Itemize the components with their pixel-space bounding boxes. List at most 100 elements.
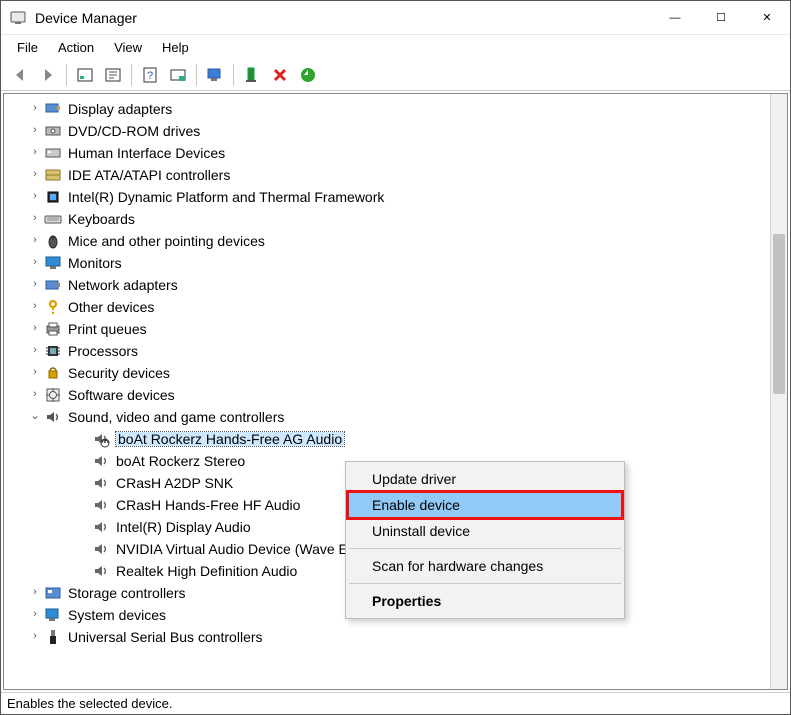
tree-device-label: boAt Rockerz Stereo <box>116 454 245 469</box>
mouse-icon <box>44 232 62 250</box>
tree-category-label: Sound, video and game controllers <box>68 410 284 425</box>
maximize-button[interactable]: ☐ <box>698 1 744 35</box>
processor-icon <box>44 342 62 360</box>
chevron-right-icon[interactable]: › <box>28 190 42 204</box>
display-adapter-icon <box>44 100 62 118</box>
chevron-right-icon[interactable]: › <box>28 366 42 380</box>
titlebar: Device Manager — ☐ ✕ <box>1 1 790 35</box>
ctx-properties-label: Properties <box>372 593 441 609</box>
tree-category[interactable]: › IDE ATA/ATAPI controllers <box>4 164 770 186</box>
chevron-right-icon[interactable]: › <box>28 146 42 160</box>
storage-controller-icon <box>44 584 62 602</box>
ctx-enable-device[interactable]: Enable device <box>348 492 622 518</box>
tree-category[interactable]: › Keyboards <box>4 208 770 230</box>
chevron-right-icon[interactable]: › <box>28 608 42 622</box>
tree-category-label: Print queues <box>68 322 147 337</box>
tree-category[interactable]: ›Human Interface Devices <box>4 142 770 164</box>
tree-category-label: Software devices <box>68 388 175 403</box>
toolbar-separator <box>131 64 132 86</box>
tree-category[interactable]: ›Monitors <box>4 252 770 274</box>
properties-button[interactable] <box>100 62 126 88</box>
chevron-right-icon[interactable]: › <box>28 278 42 292</box>
statusbar: Enables the selected device. <box>1 692 790 714</box>
context-menu: Update driver Enable device Uninstall de… <box>345 461 625 619</box>
tree-category[interactable]: › Universal Serial Bus controllers <box>4 626 770 648</box>
chevron-right-icon[interactable]: › <box>28 102 42 116</box>
tree-category[interactable]: ⌄ Sound, video and game controllers <box>4 406 770 428</box>
forward-button[interactable] <box>35 62 61 88</box>
ctx-uninstall-device[interactable]: Uninstall device <box>348 518 622 544</box>
tree-device-label: Realtek High Definition Audio <box>116 564 297 579</box>
chevron-right-icon[interactable]: › <box>28 322 42 336</box>
refresh-button[interactable] <box>295 62 321 88</box>
chevron-right-icon[interactable]: › <box>28 630 42 644</box>
minimize-button[interactable]: — <box>652 1 698 35</box>
chevron-right-icon[interactable]: › <box>28 586 42 600</box>
scan-hardware-button[interactable] <box>165 62 191 88</box>
tree-category[interactable]: ›Display adapters <box>4 98 770 120</box>
ctx-scan-hardware[interactable]: Scan for hardware changes <box>348 553 622 579</box>
back-button[interactable] <box>7 62 33 88</box>
chevron-right-icon[interactable]: › <box>28 234 42 248</box>
svg-text:?: ? <box>147 70 153 82</box>
speaker-icon <box>92 474 110 492</box>
system-device-icon <box>44 606 62 624</box>
enable-device-button[interactable] <box>239 62 265 88</box>
toolbar-separator <box>196 64 197 86</box>
scrollbar-thumb[interactable] <box>773 234 785 394</box>
tree-category[interactable]: ›Security devices <box>4 362 770 384</box>
window-title: Device Manager <box>35 10 652 26</box>
speaker-icon <box>92 452 110 470</box>
tree-category[interactable]: ›DVD/CD-ROM drives <box>4 120 770 142</box>
tree-category-label: Processors <box>68 344 138 359</box>
tree-category[interactable]: › Software devices <box>4 384 770 406</box>
tree-category[interactable]: ›Intel(R) Dynamic Platform and Thermal F… <box>4 186 770 208</box>
menubar: File Action View Help <box>1 35 790 59</box>
tree-category-label: Keyboards <box>68 212 135 227</box>
speaker-icon <box>92 540 110 558</box>
toolbar-separator <box>233 64 234 86</box>
status-text: Enables the selected device. <box>7 696 173 711</box>
chevron-right-icon[interactable]: › <box>28 388 42 402</box>
tree-device-label: CRasH Hands-Free HF Audio <box>116 498 300 513</box>
chevron-right-icon[interactable]: › <box>28 344 42 358</box>
update-driver-button[interactable] <box>202 62 228 88</box>
chevron-right-icon[interactable]: › <box>28 168 42 182</box>
vertical-scrollbar[interactable] <box>770 94 787 689</box>
menu-file[interactable]: File <box>7 38 48 57</box>
printer-icon <box>44 320 62 338</box>
ctx-properties[interactable]: Properties <box>348 588 622 614</box>
help-button[interactable]: ? <box>137 62 163 88</box>
tree-category-label: IDE ATA/ATAPI controllers <box>68 168 230 183</box>
tree-category[interactable]: › Processors <box>4 340 770 362</box>
tree-category-label: Universal Serial Bus controllers <box>68 630 263 645</box>
monitor-icon <box>44 254 62 272</box>
ctx-update-driver[interactable]: Update driver <box>348 466 622 492</box>
ctx-separator <box>349 583 621 584</box>
show-hide-console-button[interactable] <box>72 62 98 88</box>
ctx-enable-device-label: Enable device <box>372 497 460 513</box>
tree-category[interactable]: ›Other devices <box>4 296 770 318</box>
speaker-icon <box>92 562 110 580</box>
ctx-update-driver-label: Update driver <box>372 471 456 487</box>
close-button[interactable]: ✕ <box>744 1 790 35</box>
tree-category-label: Network adapters <box>68 278 178 293</box>
menu-view[interactable]: View <box>104 38 152 57</box>
tree-category[interactable]: › Print queues <box>4 318 770 340</box>
tree-category[interactable]: › Network adapters <box>4 274 770 296</box>
chevron-right-icon[interactable]: › <box>28 300 42 314</box>
chevron-right-icon[interactable]: › <box>28 256 42 270</box>
tree-category[interactable]: ›Mice and other pointing devices <box>4 230 770 252</box>
chevron-right-icon[interactable]: › <box>28 124 42 138</box>
tree-device[interactable]: boAt Rockerz Hands-Free AG Audio <box>4 428 770 450</box>
usb-icon <box>44 628 62 646</box>
tree-category-label: System devices <box>68 608 166 623</box>
sound-icon <box>44 408 62 426</box>
toolbar-separator <box>66 64 67 86</box>
menu-action[interactable]: Action <box>48 38 104 57</box>
menu-help[interactable]: Help <box>152 38 199 57</box>
tree-device-label: CRasH A2DP SNK <box>116 476 233 491</box>
chevron-down-icon[interactable]: ⌄ <box>28 410 42 424</box>
uninstall-device-button[interactable] <box>267 62 293 88</box>
chevron-right-icon[interactable]: › <box>28 212 42 226</box>
